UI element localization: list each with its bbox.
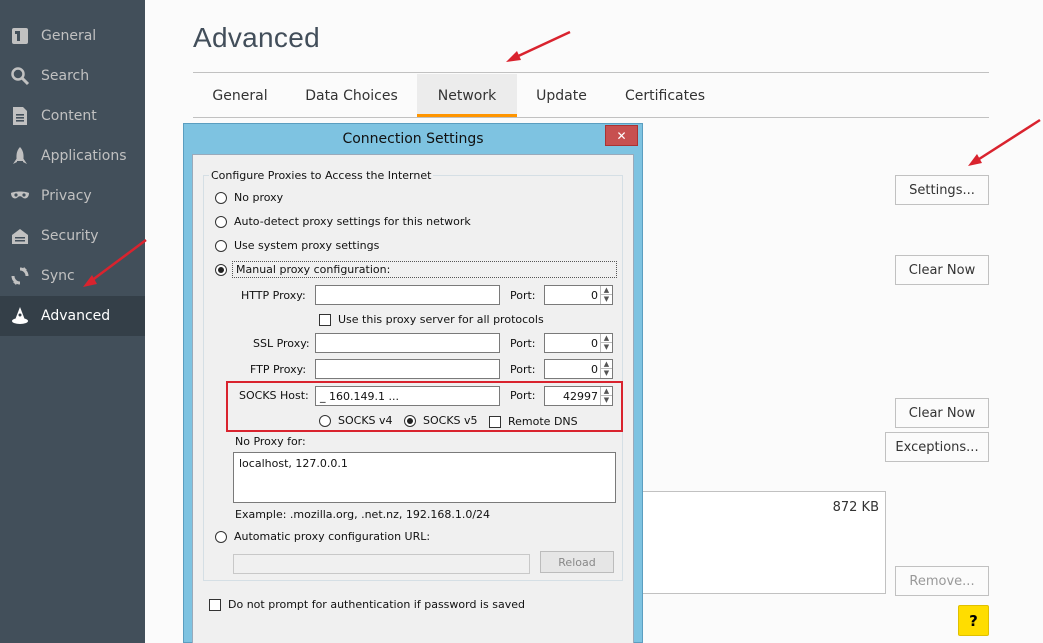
sidebar-item-applications[interactable]: Applications — [0, 136, 145, 176]
general-icon — [10, 26, 30, 46]
checkbox[interactable] — [319, 313, 331, 326]
tab-certificates[interactable]: Certificates — [615, 74, 715, 117]
ftp-proxy-input[interactable] — [315, 359, 500, 379]
divider — [193, 117, 989, 118]
sidebar-item-label: Content — [41, 108, 97, 124]
radio-auto-detect[interactable]: Auto-detect proxy settings for this netw… — [215, 215, 471, 228]
auto-url-input[interactable] — [233, 554, 530, 574]
radio-label: Auto-detect proxy settings for this netw… — [234, 215, 471, 228]
help-button[interactable]: ? — [958, 605, 989, 636]
tab-network[interactable]: Network — [417, 74, 517, 117]
arrow-to-network-tab — [513, 30, 571, 60]
sidebar-item-security[interactable]: Security — [0, 216, 145, 256]
radio-button[interactable] — [215, 239, 227, 252]
chevron-down-icon[interactable]: ▼ — [600, 343, 612, 352]
ftp-proxy-label: FTP Proxy: — [250, 363, 307, 376]
ftp-port-label: Port: — [510, 363, 536, 376]
close-icon[interactable]: ✕ — [605, 125, 638, 146]
checkbox-label: Do not prompt for authentication if pass… — [228, 598, 525, 611]
applications-icon — [10, 146, 30, 166]
sidebar-item-label: Advanced — [41, 308, 111, 324]
radio-auto-url[interactable]: Automatic proxy configuration URL: — [215, 530, 430, 543]
sidebar-item-search[interactable]: Search — [0, 56, 145, 96]
checkbox[interactable] — [209, 598, 221, 611]
clear-now-button[interactable]: Clear Now — [895, 398, 989, 428]
advanced-wizard-hat-icon — [10, 306, 30, 326]
chevron-up-icon[interactable]: ▲ — [600, 360, 612, 369]
port-value: 0 — [591, 337, 598, 350]
arrow-head — [968, 154, 982, 166]
remove-button[interactable]: Remove... — [895, 566, 989, 596]
radio-button[interactable] — [215, 215, 227, 228]
clear-now-button[interactable]: Clear Now — [895, 255, 989, 285]
sync-icon — [10, 266, 30, 286]
radio-label: Manual proxy configuration: — [232, 261, 617, 278]
search-icon — [10, 66, 30, 86]
exceptions-button[interactable]: Exceptions... — [885, 432, 989, 462]
radio-label: No proxy — [234, 191, 284, 204]
checkbox-label: Use this proxy server for all protocols — [338, 313, 544, 326]
use-for-all-checkbox[interactable]: Use this proxy server for all protocols — [319, 313, 544, 326]
security-lock-icon — [10, 226, 30, 246]
sidebar-item-label: Sync — [41, 268, 75, 284]
no-proxy-for-textarea[interactable]: localhost, 127.0.0.1 — [233, 452, 616, 503]
sidebar-item-label: Applications — [41, 148, 127, 164]
sidebar: General Search Content Applications Priv… — [0, 0, 145, 643]
radio-button[interactable] — [215, 530, 227, 543]
socks-highlight-box — [226, 381, 623, 432]
example-hint: Example: .mozilla.org, .net.nz, 192.168.… — [235, 508, 491, 521]
ssl-proxy-label: SSL Proxy: — [253, 337, 310, 350]
radio-manual-proxy[interactable]: Manual proxy configuration: — [215, 261, 617, 278]
sidebar-item-general[interactable]: General — [0, 16, 145, 56]
offline-data-list[interactable]: 872 KB — [640, 491, 886, 594]
tab-general[interactable]: General — [200, 74, 280, 117]
http-port-label: Port: — [510, 289, 536, 302]
sidebar-item-advanced[interactable]: Advanced — [0, 296, 145, 336]
chevron-down-icon[interactable]: ▼ — [600, 295, 612, 304]
http-proxy-label: HTTP Proxy: — [241, 289, 306, 302]
no-prompt-checkbox[interactable]: Do not prompt for authentication if pass… — [209, 598, 525, 611]
sidebar-item-label: Security — [41, 228, 99, 244]
chevron-up-icon[interactable]: ▲ — [600, 334, 612, 343]
ssl-proxy-input[interactable] — [315, 333, 500, 353]
port-value: 0 — [591, 289, 598, 302]
page-title: Advanced — [193, 22, 320, 53]
arrow-to-settings-button — [975, 118, 1041, 163]
cache-size: 872 KB — [832, 500, 879, 515]
http-proxy-input[interactable] — [315, 285, 500, 305]
sidebar-item-label: General — [41, 28, 97, 44]
tab-data-choices[interactable]: Data Choices — [295, 74, 408, 117]
ssl-port-label: Port: — [510, 337, 536, 350]
sidebar-item-label: Privacy — [41, 188, 92, 204]
no-proxy-for-label: No Proxy for: — [235, 435, 306, 448]
radio-button[interactable] — [215, 263, 227, 276]
chevron-down-icon[interactable]: ▼ — [600, 369, 612, 378]
sidebar-item-sync[interactable]: Sync — [0, 256, 145, 296]
http-port-stepper[interactable]: 0 ▲ ▼ — [544, 285, 613, 305]
reload-button[interactable]: Reload — [540, 551, 614, 573]
sidebar-item-privacy[interactable]: Privacy — [0, 176, 145, 216]
ssl-port-stepper[interactable]: 0 ▲ ▼ — [544, 333, 613, 353]
sidebar-item-content[interactable]: Content — [0, 96, 145, 136]
radio-label: Use system proxy settings — [234, 239, 380, 252]
port-value: 0 — [591, 363, 598, 376]
radio-system-proxy[interactable]: Use system proxy settings — [215, 239, 379, 252]
radio-label: Automatic proxy configuration URL: — [234, 530, 431, 543]
sidebar-item-label: Search — [41, 68, 90, 84]
ftp-port-stepper[interactable]: 0 ▲ ▼ — [544, 359, 613, 379]
dialog-title: Connection Settings — [342, 131, 484, 147]
group-label: Configure Proxies to Access the Internet — [209, 169, 434, 182]
radio-button[interactable] — [215, 191, 227, 204]
privacy-mask-icon — [10, 186, 30, 206]
radio-no-proxy[interactable]: No proxy — [215, 191, 283, 204]
settings-button[interactable]: Settings... — [895, 175, 989, 205]
divider — [193, 72, 989, 73]
content-icon — [10, 106, 30, 126]
chevron-up-icon[interactable]: ▲ — [600, 286, 612, 295]
arrow-head — [506, 51, 521, 62]
tab-update[interactable]: Update — [525, 74, 598, 117]
